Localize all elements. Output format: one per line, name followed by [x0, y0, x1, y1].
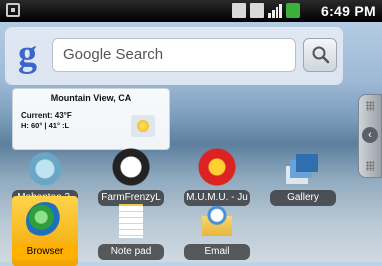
google-search-widget[interactable]: g Google Search	[6, 28, 342, 84]
weather-city: Mountain View, CA	[50, 93, 132, 103]
gallery-icon	[284, 148, 322, 186]
status-icons	[232, 3, 300, 18]
network-icon	[250, 3, 264, 18]
app-mumu[interactable]: M.U.M.U. - Ju	[180, 148, 254, 210]
search-button[interactable]	[303, 38, 337, 72]
sim-card-icon	[6, 3, 20, 17]
status-bar: 6:49 PM	[0, 0, 382, 22]
app-browser[interactable]: Browser	[8, 196, 82, 266]
battery-icon	[286, 3, 300, 18]
grip-dots-icon	[366, 161, 374, 171]
weather-current: Current: 43°F	[21, 111, 72, 120]
sunny-icon	[131, 115, 155, 137]
app-label: Browser	[12, 244, 78, 260]
chevron-left-icon: ‹	[362, 127, 378, 143]
app-drawer-handle[interactable]: ‹	[358, 94, 382, 178]
mobentoo-icon	[26, 148, 64, 186]
search-input[interactable]: Google Search	[52, 38, 296, 72]
magnifier-icon	[312, 46, 330, 64]
app-label: Note pad	[98, 244, 164, 260]
notepad-icon	[112, 202, 150, 240]
app-label: Gallery	[270, 190, 336, 206]
clock: 6:49 PM	[320, 3, 376, 19]
data-transfer-icon	[232, 3, 246, 18]
browser-icon	[26, 202, 64, 240]
app-email[interactable]: Email	[180, 202, 254, 264]
app-gallery[interactable]: Gallery	[266, 148, 340, 210]
farm-frenzy-icon	[112, 148, 150, 186]
weather-high-low: H: 60° | 41° :L	[21, 121, 70, 130]
mumu-icon	[198, 148, 236, 186]
app-notepad[interactable]: Note pad	[94, 202, 168, 264]
email-icon	[198, 202, 236, 240]
signal-strength-icon	[268, 3, 282, 18]
google-logo[interactable]: g	[18, 32, 37, 76]
app-label: Email	[184, 244, 250, 260]
app-farm-frenzy[interactable]: FarmFrenzyL	[94, 148, 168, 210]
grip-dots-icon	[366, 101, 374, 111]
weather-widget[interactable]: Mountain View, CA Current: 43°F H: 60° |…	[12, 88, 170, 150]
